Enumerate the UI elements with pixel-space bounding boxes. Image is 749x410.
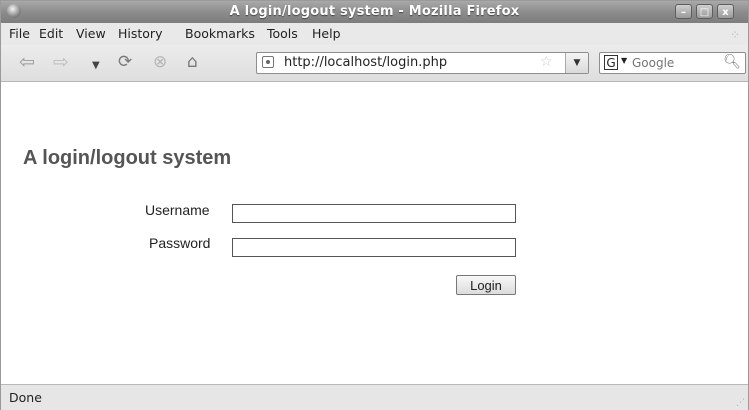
menu-help[interactable]: Help xyxy=(312,26,341,41)
menu-bookmarks[interactable]: Bookmarks xyxy=(185,26,255,41)
status-text: Done xyxy=(9,390,42,405)
search-input[interactable] xyxy=(632,54,718,71)
minimize-button[interactable]: – xyxy=(675,4,692,19)
navigation-toolbar: ⇦ ⇨ ▼ ⟳ ⊗ ⌂ http://localhost/login.php ☆… xyxy=(1,45,748,82)
activity-throbber-icon: ⁘ xyxy=(729,28,740,42)
browser-window: A login/logout system - Mozilla Firefox … xyxy=(0,0,749,410)
maximize-button[interactable]: □ xyxy=(696,4,713,19)
stop-icon[interactable]: ⊗ xyxy=(153,53,167,71)
close-button[interactable]: x xyxy=(717,4,734,19)
page-title: A login/logout system xyxy=(23,147,232,169)
url-dropdown-button[interactable]: ▼ xyxy=(565,53,588,73)
search-bar[interactable]: G ▼ 🔍︎ xyxy=(599,52,746,74)
forward-arrow-icon[interactable]: ⇨ xyxy=(53,53,69,72)
search-icon[interactable]: 🔍︎ xyxy=(723,54,741,70)
login-button[interactable]: Login xyxy=(456,275,516,295)
url-bar[interactable]: http://localhost/login.php ☆ ▼ xyxy=(256,52,589,74)
back-arrow-icon[interactable]: ⇦ xyxy=(19,53,35,72)
site-identity-icon[interactable] xyxy=(262,56,274,68)
reload-icon[interactable]: ⟳ xyxy=(118,53,132,71)
chevron-down-icon[interactable]: ▼ xyxy=(621,56,627,65)
menu-edit[interactable]: Edit xyxy=(39,26,63,41)
url-text[interactable]: http://localhost/login.php xyxy=(284,55,447,70)
username-field[interactable] xyxy=(232,204,516,223)
menu-tools[interactable]: Tools xyxy=(267,26,298,41)
page-content: A login/logout system Username Password … xyxy=(1,82,748,384)
title-bar[interactable]: A login/logout system - Mozilla Firefox … xyxy=(1,1,748,23)
status-bar: Done ⋰ xyxy=(1,384,748,410)
menu-bar: File Edit View History Bookmarks Tools H… xyxy=(1,23,748,45)
search-engine-icon[interactable]: G xyxy=(604,55,618,70)
home-icon[interactable]: ⌂ xyxy=(187,53,198,71)
history-dropdown-icon[interactable]: ▼ xyxy=(92,57,100,75)
password-field[interactable] xyxy=(232,238,516,257)
window-title: A login/logout system - Mozilla Firefox xyxy=(229,4,520,19)
menu-file[interactable]: File xyxy=(9,26,30,41)
password-label: Password xyxy=(149,235,211,251)
menu-history[interactable]: History xyxy=(118,26,162,41)
resize-grip-icon[interactable]: ⋰ xyxy=(736,398,745,408)
bookmark-star-icon[interactable]: ☆ xyxy=(540,54,553,70)
username-label: Username xyxy=(145,202,210,218)
menu-view[interactable]: View xyxy=(76,26,106,41)
